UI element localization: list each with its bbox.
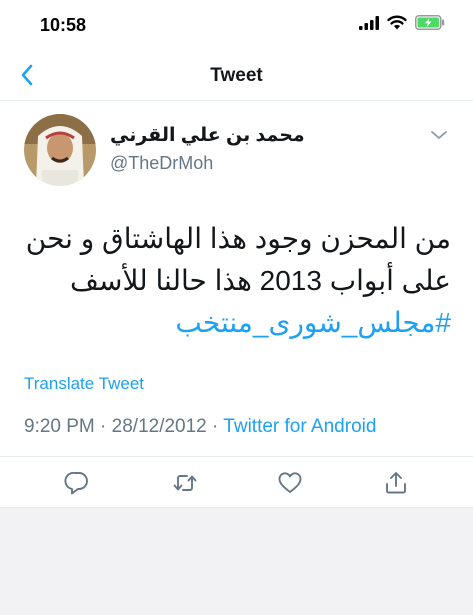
status-time: 10:58: [40, 15, 87, 35]
chevron-down-icon[interactable]: [429, 128, 449, 142]
tweet-text-line-1: من المحزن وجود هذا الهاشتاق و نحن: [25, 223, 451, 254]
share-icon[interactable]: [383, 470, 409, 496]
tweet-actions: [0, 470, 473, 500]
tweet-date: 28/12/2012: [111, 416, 207, 437]
retweet-icon[interactable]: [172, 470, 198, 496]
meta-separator: ·: [100, 416, 107, 437]
tweet-text-line-2: على أبواب 2013 هذا حالنا للأسف: [70, 265, 451, 296]
status-icons: [359, 15, 445, 30]
tweet-source-link[interactable]: Twitter for Android: [223, 416, 376, 437]
status-bar: 10:58: [0, 0, 473, 50]
tweet-text: من المحزن وجود هذا الهاشتاق و نحن على أب…: [11, 218, 451, 344]
meta-separator: ·: [212, 416, 219, 437]
page-title: Tweet: [210, 65, 263, 86]
wifi-icon: [387, 15, 407, 30]
translate-tweet-link[interactable]: Translate Tweet: [24, 374, 144, 394]
hashtag-link[interactable]: #مجلس_شورى_منتخب: [11, 302, 451, 344]
battery-charging-icon: [415, 15, 445, 30]
author-info[interactable]: محمد بن علي القرني @TheDrMoh: [110, 124, 305, 174]
tweet-time: 9:20 PM: [24, 416, 95, 437]
avatar[interactable]: [24, 114, 96, 186]
author-handle[interactable]: @TheDrMoh: [110, 153, 305, 174]
tweet-meta: 9:20 PM · 28/12/2012 · Twitter for Andro…: [24, 416, 376, 438]
signal-icon: [359, 15, 379, 30]
nav-bar: Tweet: [0, 50, 473, 101]
author-display-name[interactable]: محمد بن علي القرني: [110, 124, 305, 147]
empty-background-area: [0, 507, 473, 615]
like-icon[interactable]: [277, 470, 303, 496]
divider: [0, 456, 473, 457]
reply-icon[interactable]: [64, 470, 90, 496]
